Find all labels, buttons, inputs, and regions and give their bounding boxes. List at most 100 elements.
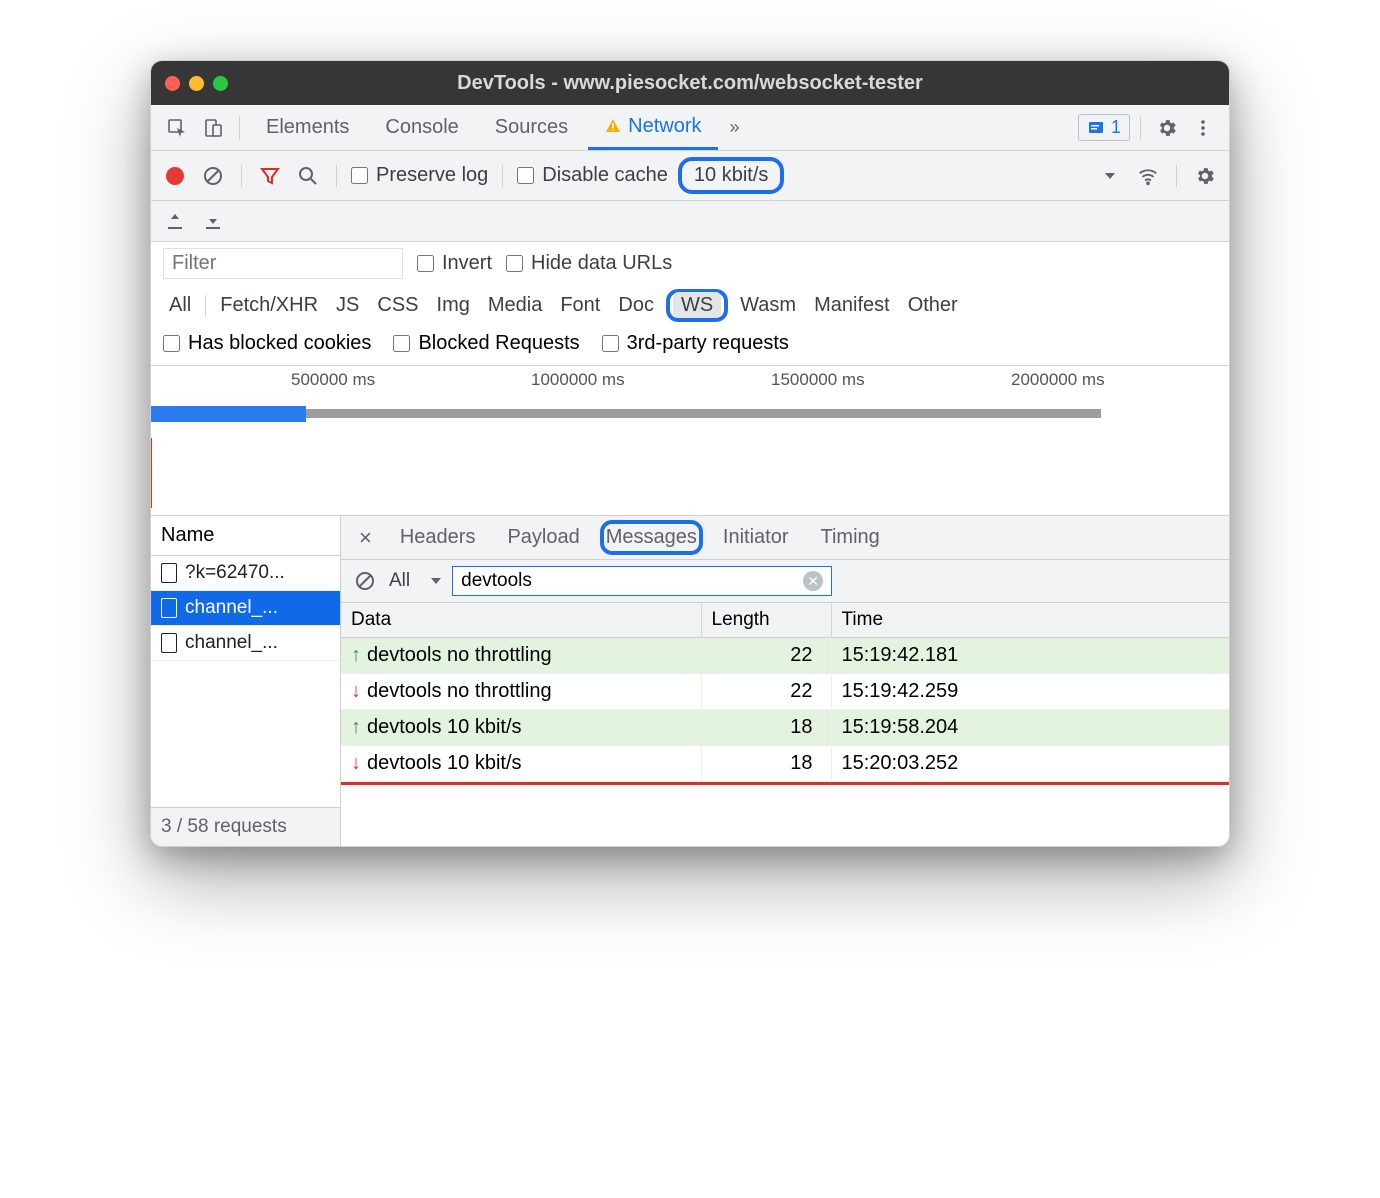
detail-tab-headers[interactable]: Headers: [388, 520, 488, 555]
type-font[interactable]: Font: [554, 292, 606, 319]
detail-tab-messages-highlight: Messages: [600, 520, 703, 555]
type-manifest[interactable]: Manifest: [808, 292, 896, 319]
invert-checkbox[interactable]: Invert: [417, 252, 492, 275]
clear-messages-button[interactable]: [351, 567, 379, 595]
request-item[interactable]: channel_...: [151, 591, 340, 626]
timeline-tick: 500000 ms: [291, 370, 375, 390]
arrow-up-icon: ↑: [351, 716, 361, 738]
issues-badge[interactable]: 1: [1078, 114, 1130, 141]
disable-cache-checkbox[interactable]: Disable cache: [517, 164, 668, 187]
clear-search-icon[interactable]: ✕: [803, 571, 823, 591]
chevron-down-icon: [430, 575, 442, 587]
preserve-log-label: Preserve log: [376, 164, 488, 187]
message-row[interactable]: ↓devtools no throttling2215:19:42.259: [341, 674, 1229, 710]
throttling-selector[interactable]: 10 kbit/s: [678, 157, 784, 194]
timeline-tick: 2000000 ms: [1011, 370, 1105, 390]
type-all[interactable]: All: [163, 292, 197, 319]
message-row[interactable]: ↑devtools no throttling2215:19:42.181: [341, 638, 1229, 674]
col-data[interactable]: Data: [341, 603, 701, 638]
close-detail-button[interactable]: ×: [351, 525, 380, 551]
blocked-requests-checkbox[interactable]: Blocked Requests: [393, 332, 579, 355]
col-length[interactable]: Length: [701, 603, 831, 638]
tab-console[interactable]: Console: [369, 105, 474, 150]
device-toolbar-icon[interactable]: [197, 112, 229, 144]
network-conditions-icon[interactable]: [1134, 162, 1162, 190]
third-party-checkbox[interactable]: 3rd-party requests: [602, 332, 789, 355]
document-icon: [161, 633, 177, 653]
divider: [1140, 116, 1141, 140]
issues-count: 1: [1111, 117, 1121, 138]
type-ws[interactable]: WS: [673, 292, 721, 318]
filter-input[interactable]: [163, 248, 403, 279]
hide-data-urls-checkbox[interactable]: Hide data URLs: [506, 252, 672, 275]
preserve-log-input[interactable]: [351, 167, 368, 184]
detail-tab-payload[interactable]: Payload: [495, 520, 591, 555]
message-row[interactable]: ↓devtools 10 kbit/s1815:20:03.252: [341, 746, 1229, 782]
detail-tabs: × Headers Payload Messages Initiator Tim…: [341, 516, 1229, 560]
tab-network[interactable]: Network: [588, 105, 717, 150]
type-css[interactable]: CSS: [371, 292, 424, 319]
divider: [205, 295, 206, 317]
network-toolbar: Preserve log Disable cache 10 kbit/s: [151, 151, 1229, 201]
extra-filter-row: Has blocked cookies Blocked Requests 3rd…: [151, 328, 1229, 366]
disable-cache-input[interactable]: [517, 167, 534, 184]
request-item-label: ?k=62470...: [185, 562, 285, 584]
record-button[interactable]: [161, 162, 189, 190]
has-blocked-cookies-input[interactable]: [163, 335, 180, 352]
divider: [241, 165, 242, 187]
request-summary: 3 / 58 requests: [151, 807, 340, 846]
third-party-input[interactable]: [602, 335, 619, 352]
filter-icon[interactable]: [256, 162, 284, 190]
col-time[interactable]: Time: [831, 603, 1229, 638]
message-time-cell: 15:20:03.252: [831, 746, 1229, 782]
settings-icon[interactable]: [1151, 112, 1183, 144]
close-window-button[interactable]: [165, 76, 180, 91]
type-img[interactable]: Img: [431, 292, 476, 319]
request-item[interactable]: ?k=62470...: [151, 556, 340, 591]
preserve-log-checkbox[interactable]: Preserve log: [351, 164, 488, 187]
issues-icon: [1087, 119, 1105, 137]
tab-sources[interactable]: Sources: [479, 105, 584, 150]
divider: [336, 165, 337, 187]
detail-tab-initiator[interactable]: Initiator: [711, 520, 801, 555]
type-js[interactable]: JS: [330, 292, 365, 319]
import-har-icon[interactable]: [161, 207, 189, 235]
arrow-down-icon: ↓: [351, 680, 361, 702]
invert-input[interactable]: [417, 255, 434, 272]
throttling-dropdown-icon[interactable]: [1096, 162, 1124, 190]
divider: [502, 165, 503, 187]
type-media[interactable]: Media: [482, 292, 548, 319]
document-icon: [161, 563, 177, 583]
type-wasm[interactable]: Wasm: [734, 292, 802, 319]
hide-data-urls-input[interactable]: [506, 255, 523, 272]
detail-tab-messages[interactable]: Messages: [606, 526, 697, 548]
has-blocked-cookies-checkbox[interactable]: Has blocked cookies: [163, 332, 371, 355]
message-length-cell: 22: [701, 638, 831, 674]
maximize-window-button[interactable]: [213, 76, 228, 91]
type-fetchxhr[interactable]: Fetch/XHR: [214, 292, 324, 319]
more-tabs-button[interactable]: »: [722, 117, 748, 138]
filter-row: Invert Hide data URLs: [151, 242, 1229, 285]
minimize-window-button[interactable]: [189, 76, 204, 91]
inspect-element-icon[interactable]: [161, 112, 193, 144]
network-settings-icon[interactable]: [1191, 162, 1219, 190]
blocked-requests-input[interactable]: [393, 335, 410, 352]
type-doc[interactable]: Doc: [612, 292, 660, 319]
export-har-icon[interactable]: [199, 207, 227, 235]
request-item[interactable]: channel_...: [151, 626, 340, 661]
tab-elements[interactable]: Elements: [250, 105, 365, 150]
type-other[interactable]: Other: [902, 292, 964, 319]
search-icon[interactable]: [294, 162, 322, 190]
timeline-overview[interactable]: 500000 ms 1000000 ms 1500000 ms 2000000 …: [151, 366, 1229, 516]
titlebar: DevTools - www.piesocket.com/websocket-t…: [151, 61, 1229, 105]
message-row[interactable]: ↑devtools 10 kbit/s1815:19:58.204: [341, 710, 1229, 746]
messages-search[interactable]: ✕: [452, 566, 832, 596]
clear-button[interactable]: [199, 162, 227, 190]
messages-search-input[interactable]: [461, 570, 803, 592]
detail-tab-timing[interactable]: Timing: [809, 520, 892, 555]
devtools-window: DevTools - www.piesocket.com/websocket-t…: [150, 60, 1230, 847]
arrow-down-icon: ↓: [351, 752, 361, 774]
kebab-menu-icon[interactable]: [1187, 112, 1219, 144]
messages-filter-select[interactable]: All: [389, 570, 442, 592]
timeline-selection[interactable]: [151, 406, 306, 422]
